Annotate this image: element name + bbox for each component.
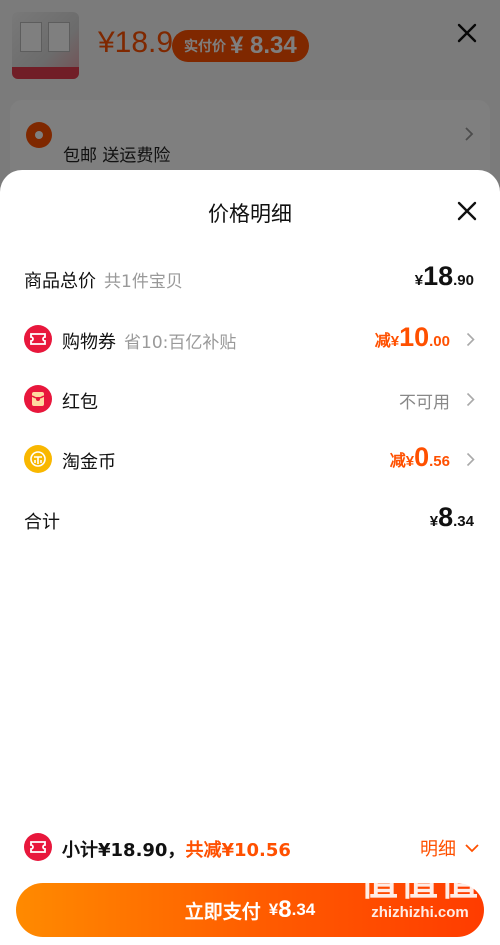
total-label: 合计 [24, 512, 60, 533]
detail-label: 明细 [420, 839, 456, 860]
goods-total-label: 商品总价 共1件宝贝 [24, 271, 183, 292]
subtotal-summary: 小计¥18.90，共减¥10.56 [62, 836, 291, 862]
coupon-description: 省10:百亿补贴 [124, 333, 237, 353]
red-packet-label: 红包 [62, 392, 98, 413]
detail-toggle[interactable]: 明细 [420, 835, 480, 861]
coupon-icon [24, 833, 52, 861]
total-value: ¥8.34 [429, 502, 474, 532]
gold-coin-discount-value: 减 ¥0.56 [389, 442, 450, 472]
red-packet-status: 不可用 [399, 393, 450, 413]
red-packet-row[interactable]: 红包 不可用 [0, 380, 500, 420]
close-icon[interactable] [456, 200, 478, 222]
chevron-right-icon [466, 392, 475, 407]
red-packet-icon [24, 385, 52, 413]
chevron-down-icon [465, 844, 479, 853]
watermark-glyphs: 值值值 [359, 860, 480, 904]
watermark-text: zhizhizhi.com [371, 904, 469, 921]
item-count: 共1件宝贝 [104, 272, 183, 292]
total-discount-text: 共减¥10.56 [185, 840, 291, 861]
subtotal-text: 小计¥18.90， [62, 840, 186, 861]
goods-total-value: ¥18.90 [414, 261, 474, 291]
pay-now-label: 立即支付 [184, 900, 261, 923]
watermark: 值值值 zhizhizhi.com [350, 860, 490, 921]
gold-coin-label: 淘金币 [62, 452, 116, 473]
coupon-row[interactable]: 购物券 省10:百亿补贴 减 ¥10.00 [0, 320, 500, 360]
chevron-right-icon [466, 452, 475, 467]
total-row: 合计 ¥8.34 [0, 500, 500, 540]
coupon-label: 购物券 省10:百亿补贴 [62, 332, 237, 353]
coupon-discount-value: 减 ¥10.00 [374, 322, 450, 352]
gold-coin-icon [24, 445, 52, 473]
coupon-icon [24, 325, 52, 353]
gold-coin-row[interactable]: 淘金币 减 ¥0.56 [0, 440, 500, 480]
chevron-right-icon [466, 332, 475, 347]
sheet-title: 价格明细 [208, 202, 292, 226]
price-detail-sheet: 价格明细 商品总价 共1件宝贝 ¥18.90 购物券 省10:百亿补贴 减 ¥10.0… [0, 170, 500, 945]
goods-total-row: 商品总价 共1件宝贝 ¥18.90 [0, 259, 500, 299]
